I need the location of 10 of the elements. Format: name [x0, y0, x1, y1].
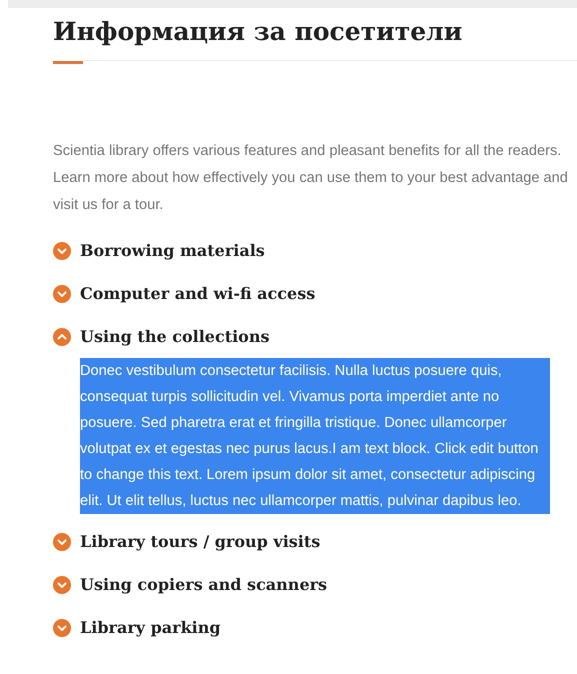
page-heading: Информация за посетители [53, 16, 464, 48]
heading-accent [53, 60, 83, 64]
accordion-text: Donec vestibulum consectetur facilisis. Nulla luctus posuere quis, consequat turpis sollicitudin vel. Vivamus porta imperdiet ante no posuere. Sed pharetra erat et fringilla tristique. Donec ullamcorper volutpat ex et egestas nec purus lacus.I am text block. Click edit button to change this text. Lorem ipsum dolor sit amet, consectetur adipiscing elit. Ut elit tellus, luctus nec ullamcorper mattis, pulvinar dapibus leo. [80, 358, 550, 514]
accordion-header[interactable]: Library parking [53, 606, 221, 649]
intro-text: Scientia library offers various features and pleasant benefits for all the readers. Learn more about how effectively you can use them to your best advantage and visit us for a tour. [53, 142, 569, 215]
accordion-header[interactable]: Using copiers and scanners [53, 563, 328, 606]
accordion-header[interactable]: Computer and wi-fi access [53, 272, 316, 315]
accordion-header[interactable]: Library tours / group visits [53, 520, 320, 563]
accordion-header[interactable]: Using the collections [53, 315, 270, 358]
accordion-header[interactable]: Borrowing materials [53, 229, 265, 272]
